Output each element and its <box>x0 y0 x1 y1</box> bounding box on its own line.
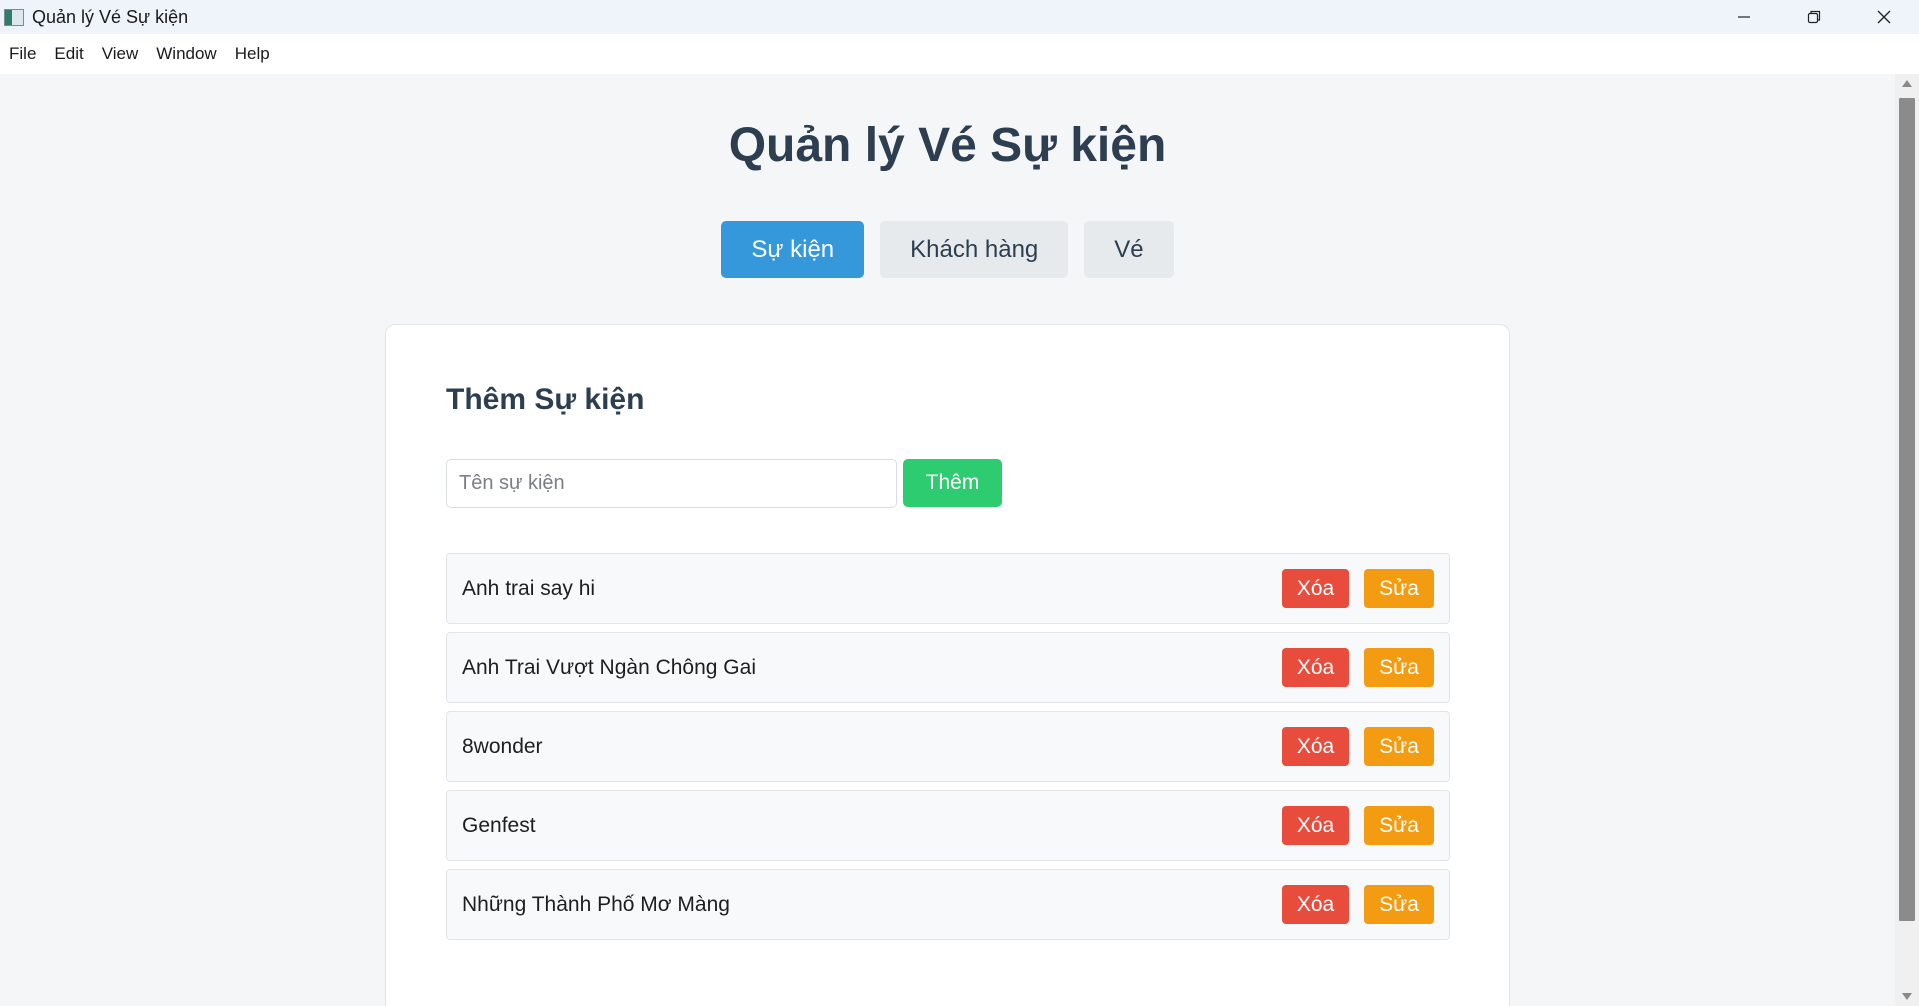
list-item: 8wonder Xóa Sửa <box>446 711 1450 782</box>
edit-button[interactable]: Sửa <box>1364 806 1434 845</box>
tab-bar: Sự kiện Khách hàng Vé <box>0 221 1895 278</box>
delete-button[interactable]: Xóa <box>1282 885 1349 924</box>
restore-icon <box>1807 10 1821 24</box>
main-content: Quản lý Vé Sự kiện Sự kiện Khách hàng Vé… <box>0 74 1895 1006</box>
list-item: Những Thành Phố Mơ Màng Xóa Sửa <box>446 869 1450 940</box>
event-name: Anh Trai Vượt Ngàn Chông Gai <box>462 655 756 679</box>
window-controls <box>1709 0 1919 34</box>
close-icon <box>1877 10 1891 24</box>
tab-customers[interactable]: Khách hàng <box>880 221 1069 278</box>
tab-events[interactable]: Sự kiện <box>721 221 865 278</box>
minimize-icon <box>1738 16 1750 18</box>
delete-button[interactable]: Xóa <box>1282 727 1349 766</box>
event-name: Những Thành Phố Mơ Màng <box>462 892 730 916</box>
edit-button[interactable]: Sửa <box>1364 727 1434 766</box>
menu-bar: File Edit View Window Help <box>0 34 1919 74</box>
close-button[interactable] <box>1849 0 1919 34</box>
app-window: Quản lý Vé Sự kiện File Edit View Window… <box>0 0 1919 1006</box>
event-list: Anh trai say hi Xóa Sửa Anh Trai Vượt Ng… <box>446 553 1450 948</box>
minimize-button[interactable] <box>1709 0 1779 34</box>
edit-button[interactable]: Sửa <box>1364 569 1434 608</box>
vertical-scrollbar[interactable] <box>1895 74 1919 1006</box>
edit-button[interactable]: Sửa <box>1364 885 1434 924</box>
add-event-form: Thêm <box>446 459 1002 508</box>
event-card: Thêm Sự kiện Thêm Anh trai say hi Xóa Sử… <box>385 324 1510 1006</box>
event-name-input[interactable] <box>446 459 897 508</box>
restore-button[interactable] <box>1779 0 1849 34</box>
delete-button[interactable]: Xóa <box>1282 806 1349 845</box>
menu-help[interactable]: Help <box>226 44 279 64</box>
menu-file[interactable]: File <box>0 44 45 64</box>
menu-edit[interactable]: Edit <box>45 44 92 64</box>
window-title: Quản lý Vé Sự kiện <box>32 6 189 27</box>
list-item: Anh Trai Vượt Ngàn Chông Gai Xóa Sửa <box>446 632 1450 703</box>
scroll-up-icon[interactable] <box>1902 80 1912 87</box>
event-name: 8wonder <box>462 734 543 758</box>
list-item: Anh trai say hi Xóa Sửa <box>446 553 1450 624</box>
scroll-down-icon[interactable] <box>1902 993 1912 1000</box>
title-bar: Quản lý Vé Sự kiện <box>0 0 1919 34</box>
delete-button[interactable]: Xóa <box>1282 648 1349 687</box>
card-title: Thêm Sự kiện <box>446 383 645 416</box>
event-name: Genfest <box>462 813 536 837</box>
event-name: Anh trai say hi <box>462 576 596 600</box>
menu-view[interactable]: View <box>93 44 148 64</box>
tab-tickets[interactable]: Vé <box>1084 221 1174 278</box>
add-event-button[interactable]: Thêm <box>903 459 1002 507</box>
scroll-thumb[interactable] <box>1899 98 1915 921</box>
menu-window[interactable]: Window <box>147 44 225 64</box>
page-title: Quản lý Vé Sự kiện <box>728 119 1167 172</box>
app-icon <box>4 8 24 26</box>
edit-button[interactable]: Sửa <box>1364 648 1434 687</box>
delete-button[interactable]: Xóa <box>1282 569 1349 608</box>
list-item: Genfest Xóa Sửa <box>446 790 1450 861</box>
